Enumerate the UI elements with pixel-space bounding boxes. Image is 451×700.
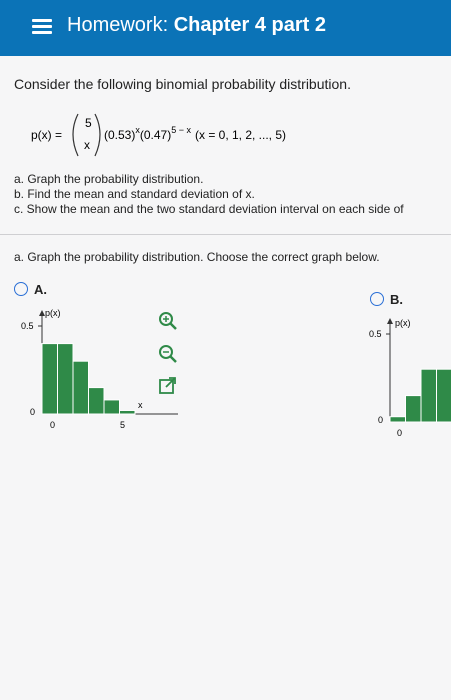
a-y-label: p(x) bbox=[45, 308, 61, 318]
a-y-tick-zero: 0 bbox=[30, 407, 35, 417]
task-b: b. Find the mean and standard deviation … bbox=[14, 187, 255, 201]
b-y-arrow bbox=[387, 318, 393, 324]
a-bar-x5 bbox=[119, 409, 136, 415]
option-a-letter: A. bbox=[34, 282, 47, 297]
b-bars bbox=[389, 368, 451, 423]
formula-k: x bbox=[84, 138, 90, 152]
task-list: a. Graph the probability distribution. b… bbox=[14, 172, 404, 217]
option-b-label[interactable]: B. bbox=[370, 292, 403, 307]
a-x-axis-label: x bbox=[138, 400, 143, 410]
option-a-radio[interactable] bbox=[14, 282, 28, 296]
b-y-tick-zero: 0 bbox=[378, 415, 383, 425]
a-bar-x1 bbox=[57, 343, 74, 415]
binomial-formula: p(x) = 5 x (0.53)x(0.47)5 − x (x = 0, 1, … bbox=[31, 113, 286, 157]
zoom-in-button[interactable] bbox=[157, 310, 179, 332]
formula-body: (0.53)x(0.47)5 − x (x = 0, 1, 2, ..., 5) bbox=[104, 125, 286, 142]
a-bars bbox=[41, 343, 136, 415]
b-y-label: p(x) bbox=[395, 318, 411, 328]
question-content: Consider the following binomial probabil… bbox=[0, 56, 451, 700]
option-b-radio[interactable] bbox=[370, 292, 384, 306]
b-x-tick-first: 0 bbox=[397, 428, 402, 438]
title-prefix: Homework: bbox=[67, 14, 169, 36]
question-intro: Consider the following binomial probabil… bbox=[14, 76, 351, 92]
open-external-button[interactable] bbox=[157, 375, 179, 397]
a-x-tick-last: 5 bbox=[120, 420, 125, 430]
a-x-tick-first: 0 bbox=[50, 420, 55, 430]
zoom-out-button[interactable] bbox=[157, 343, 179, 365]
page-title: Homework: Chapter 4 part 2 bbox=[67, 14, 326, 37]
b-bar-x2 bbox=[420, 368, 437, 423]
option-b-letter: B. bbox=[390, 292, 403, 307]
b-y-tick-top: 0.5 bbox=[369, 329, 382, 339]
external-link-icon bbox=[159, 377, 176, 394]
a-bar-x0 bbox=[41, 343, 58, 415]
formula-lhs: p(x) = bbox=[31, 128, 62, 142]
task-c: c. Show the mean and the two standard de… bbox=[14, 202, 404, 216]
zoom-in-icon bbox=[159, 312, 177, 330]
a-bar-x2 bbox=[72, 360, 89, 415]
formula-left-paren bbox=[72, 113, 79, 157]
a-bar-x3 bbox=[88, 387, 105, 415]
zoom-out-icon bbox=[159, 345, 177, 363]
b-bar-x3 bbox=[436, 368, 451, 423]
header-bar: Homework: Chapter 4 part 2 bbox=[0, 0, 451, 56]
b-bar-x1 bbox=[405, 395, 422, 423]
a-bar-x4 bbox=[103, 399, 120, 415]
menu-icon[interactable] bbox=[32, 19, 52, 35]
b-bar-x0 bbox=[389, 416, 406, 423]
task-a: a. Graph the probability distribution. bbox=[14, 172, 204, 186]
option-b-graph: p(x) 0.5 0 0 bbox=[369, 318, 451, 438]
title-main: Chapter 4 part 2 bbox=[173, 14, 326, 36]
option-a-label[interactable]: A. bbox=[14, 282, 47, 297]
section-divider bbox=[0, 234, 451, 235]
formula-right-paren bbox=[94, 113, 101, 157]
part-a-prompt: a. Graph the probability distribution. C… bbox=[14, 250, 380, 264]
formula-n: 5 bbox=[85, 116, 92, 130]
a-y-tick-top: 0.5 bbox=[21, 321, 34, 331]
